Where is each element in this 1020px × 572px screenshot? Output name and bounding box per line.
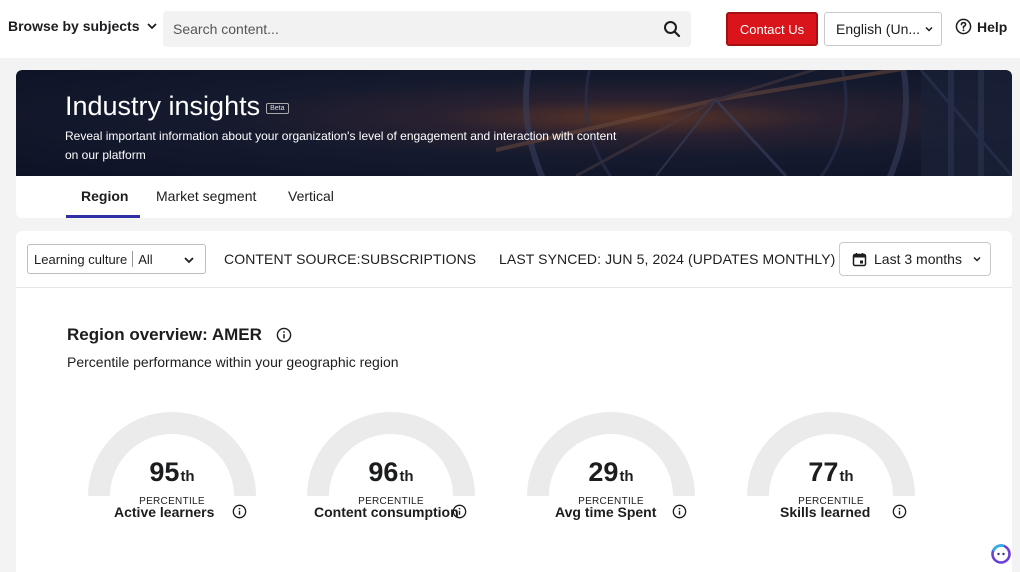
overview-title-text: Region overview: AMER bbox=[67, 325, 262, 344]
language-label: English (Un... bbox=[836, 21, 921, 37]
language-select[interactable]: English (Un... bbox=[824, 12, 942, 46]
gauge-label-text: Active learners bbox=[114, 504, 215, 520]
date-range-label: Last 3 months bbox=[874, 251, 962, 267]
gauge-number: 96 bbox=[368, 457, 399, 487]
gauge-value: 96th bbox=[306, 457, 476, 488]
select-value: All bbox=[138, 251, 153, 267]
learning-culture-select[interactable]: Learning culture All bbox=[27, 244, 206, 274]
help-label: Help bbox=[977, 18, 1008, 35]
overview-title: Region overview: AMER bbox=[67, 325, 292, 345]
chevron-down-icon bbox=[925, 26, 933, 32]
beta-badge: Beta bbox=[266, 103, 289, 114]
search-icon[interactable] bbox=[663, 20, 681, 38]
gauge-label-text: Skills learned bbox=[780, 504, 871, 520]
gauge-value: 29th bbox=[526, 457, 696, 488]
gauge-label-active-learners: Active learners bbox=[114, 504, 214, 520]
page-title: Industry insights Beta bbox=[65, 91, 289, 122]
gauge-suffix: th bbox=[399, 468, 414, 485]
info-icon[interactable] bbox=[232, 504, 247, 519]
filter-bar: Learning culture All CONTENT SOURCE:SUBS… bbox=[16, 231, 1012, 288]
gauge-label-text: Content consumption bbox=[314, 504, 459, 520]
info-icon[interactable] bbox=[452, 504, 467, 519]
tab-market-segment[interactable]: Market segment bbox=[156, 188, 256, 204]
tab-region[interactable]: Region bbox=[81, 188, 128, 204]
tab-vertical[interactable]: Vertical bbox=[288, 188, 334, 204]
browse-by-subjects-button[interactable]: Browse by subjects bbox=[8, 18, 158, 34]
assistant-chat-icon[interactable] bbox=[990, 543, 1012, 565]
chevron-down-icon bbox=[146, 23, 157, 30]
gauge-suffix: th bbox=[619, 468, 634, 485]
last-synced-text: LAST SYNCED: JUN 5, 2024 (UPDATES MONTHL… bbox=[499, 251, 836, 267]
gauge-number: 95 bbox=[149, 457, 180, 487]
info-icon[interactable] bbox=[672, 504, 687, 519]
gauge-value: 95th bbox=[87, 457, 257, 488]
info-icon[interactable] bbox=[276, 327, 292, 343]
page-description: Reveal important information about your … bbox=[65, 129, 617, 162]
gauge-label-text: Avg time Spent bbox=[555, 504, 657, 520]
gauge-suffix: th bbox=[839, 468, 854, 485]
content-source-text: CONTENT SOURCE:SUBSCRIPTIONS bbox=[224, 251, 477, 267]
chevron-down-icon bbox=[184, 257, 194, 264]
search-box bbox=[163, 11, 691, 47]
calendar-icon bbox=[852, 252, 867, 266]
active-tab-indicator bbox=[66, 215, 140, 218]
gauge-number: 77 bbox=[808, 457, 839, 487]
top-navigation-bar: Browse by subjects Contact Us English (U… bbox=[0, 0, 1020, 58]
gauge-label-content-consumption: Content consumption bbox=[314, 504, 459, 520]
chevron-down-icon bbox=[973, 256, 981, 262]
search-input[interactable] bbox=[173, 11, 643, 47]
overview-subtitle: Percentile performance within your geogr… bbox=[67, 354, 399, 370]
contact-us-button[interactable]: Contact Us bbox=[726, 12, 818, 46]
hero-banner: Industry insights Beta Reveal important … bbox=[16, 70, 1012, 176]
select-label: Learning culture bbox=[34, 251, 128, 267]
question-circle-icon bbox=[955, 18, 972, 35]
insights-header-card: Industry insights Beta Reveal important … bbox=[16, 70, 1012, 218]
insight-tabs: Region Market segment Vertical bbox=[16, 176, 1012, 218]
select-divider bbox=[132, 251, 134, 267]
info-icon[interactable] bbox=[892, 504, 907, 519]
gauge-suffix: th bbox=[180, 468, 195, 485]
gauge-label-skills-learned: Skills learned bbox=[780, 504, 870, 520]
page-title-text: Industry insights bbox=[65, 91, 261, 121]
help-button[interactable]: Help bbox=[955, 18, 1007, 35]
gauge-value: 77th bbox=[746, 457, 916, 488]
gauge-number: 29 bbox=[588, 457, 619, 487]
date-range-select[interactable]: Last 3 months bbox=[839, 242, 991, 276]
browse-label: Browse by subjects bbox=[8, 18, 140, 34]
region-overview-card: Learning culture All CONTENT SOURCE:SUBS… bbox=[16, 231, 1012, 572]
gauge-label-avg-time-spent: Avg time Spent bbox=[555, 504, 656, 520]
